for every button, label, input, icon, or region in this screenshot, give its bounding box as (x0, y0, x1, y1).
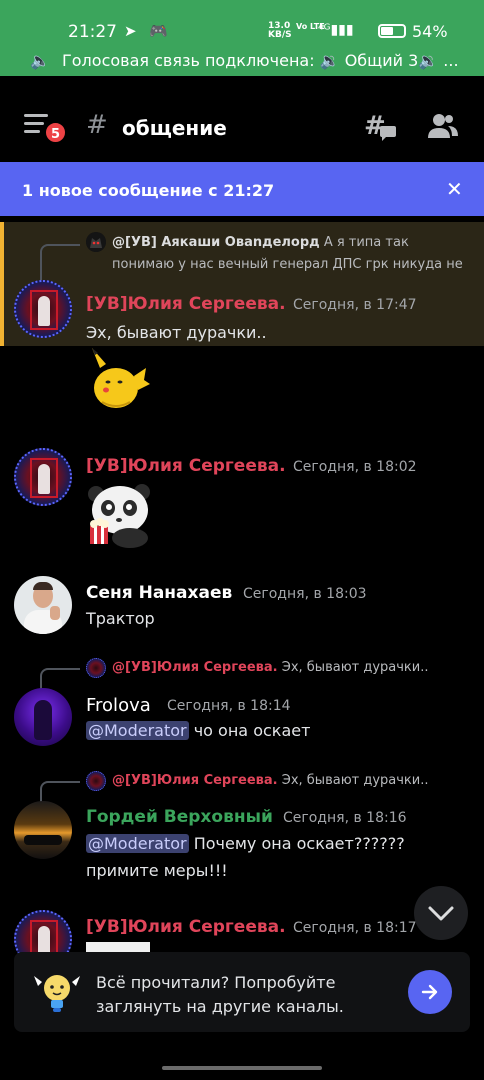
reply-author: @[УВ]Юлия Сергеева. (112, 773, 278, 788)
battery-percent: 54% (412, 22, 448, 41)
new-messages-banner[interactable]: 1 новое сообщение с 21:27 ✕ (0, 162, 484, 216)
author-name[interactable]: [УВ]Юлия Сергеева. (86, 294, 286, 314)
pikachu-sticker[interactable] (86, 346, 152, 412)
reply-text-line2: понимаю у нас вечный генерал ДПС грк ник… (112, 257, 463, 272)
message-body: Почему она оскает?????? (193, 834, 405, 853)
close-icon[interactable]: ✕ (446, 177, 463, 201)
message-text: Трактор (86, 609, 155, 628)
message-text: Эх, бывают дурачки.. (86, 323, 267, 342)
reply-connector (40, 244, 80, 284)
chevron-down-icon (428, 906, 454, 921)
reply-text: Эх, бывают дурачки.. (281, 773, 429, 788)
net-speed: 13.0 KB/S (268, 22, 292, 40)
menu-icon-line (24, 122, 44, 125)
voice-connected-bar[interactable]: 🔈 Голосовая связь подключена: 🔉 Общий 3🔉… (0, 46, 484, 76)
caught-up-card: Всё прочитали? Попробуйте заглянуть на д… (14, 952, 470, 1032)
new-messages-text: 1 новое сообщение с 21:27 (22, 181, 275, 200)
message-body: чо она оскает (193, 721, 311, 740)
reply-text: Эх, бывают дурачки.. (281, 660, 429, 675)
author-name[interactable]: Гордей Верховный (86, 807, 273, 827)
home-indicator[interactable] (162, 1066, 322, 1070)
timestamp: Сегодня, в 18:14 (167, 698, 291, 714)
reply-preview[interactable]: @[УВ]Юлия Сергеева. Эх, бывают дурачки.. (112, 660, 429, 675)
unread-badge: 5 (44, 121, 67, 144)
timestamp: Сегодня, в 18:02 (293, 459, 417, 475)
signal-icon: ⁴ᴳ▮▮▮ (318, 22, 354, 38)
message-item[interactable]: [УВ]Юлия Сергеева. Сегодня, в 18:02 (0, 448, 484, 548)
moderator-mention[interactable]: @Moderator (86, 721, 189, 740)
message-text: @Moderator Почему она оскает?????? (86, 834, 405, 853)
message-item[interactable]: Сеня Нанахаев Сегодня, в 18:03 Трактор (0, 576, 484, 636)
notification-icons: ➤ 🎮 (124, 22, 173, 40)
timestamp: Сегодня, в 18:16 (283, 810, 407, 826)
members-icon[interactable] (428, 112, 458, 140)
author-name[interactable]: [УВ]Юлия Сергеева. (86, 456, 286, 476)
reply-preview[interactable]: @[УВ]Юлия Сергеева. Эх, бывают дурачки.. (112, 773, 429, 788)
author-name[interactable]: Frolova (86, 695, 151, 716)
reply-avatar (86, 771, 106, 791)
status-time: 21:27 (68, 22, 117, 42)
message-item[interactable]: @[УВ]Юлия Сергеева. Эх, бывают дурачки..… (0, 656, 484, 746)
reply-avatar (86, 658, 106, 678)
reply-text: А я типа так (323, 235, 409, 250)
battery-icon (378, 24, 406, 38)
caught-up-text-line2: заглянуть на другие каналы. (96, 997, 344, 1016)
hash-icon: # (86, 110, 108, 140)
author-name[interactable]: [УВ]Юлия Сергеева. (86, 917, 286, 937)
message-item[interactable]: @[УВ] Аякаши Овanделорд А я типа так пон… (0, 222, 484, 346)
reply-preview[interactable]: @[УВ] Аякаши Овanделорд А я типа так пон… (112, 232, 472, 276)
channel-name[interactable]: общение (122, 116, 227, 140)
avatar[interactable] (14, 688, 72, 746)
reply-author: @[УВ]Юлия Сергеева. (112, 660, 278, 675)
menu-icon (24, 114, 48, 117)
reply-avatar (86, 232, 106, 252)
next-channel-button[interactable] (408, 970, 452, 1014)
status-bar: 21:27 ➤ 🎮 13.0 KB/S Vo LTE ⁴ᴳ▮▮▮ 54% (0, 0, 484, 46)
avatar[interactable] (14, 448, 72, 506)
voice-connected-text: Голосовая связь подключена: 🔉 Общий 3🔉 .… (62, 51, 459, 70)
speaker-icon: 🔈 (30, 51, 50, 70)
battery-fill (381, 27, 393, 35)
arrow-right-icon (421, 984, 438, 1000)
channel-header: 5 # общение # (0, 76, 484, 162)
message-text-line2: примите меры!!! (86, 861, 228, 880)
jump-to-bottom-button[interactable] (414, 886, 468, 940)
message-item[interactable]: [УВ]Юлия Сергеева. Сегодня, в 18:17 (0, 910, 484, 956)
menu-icon-line (24, 130, 40, 133)
caught-up-text: Всё прочитали? Попробуйте (96, 973, 336, 992)
message-text: @Moderator чо она оскает (86, 721, 310, 740)
lightbulb-icon (34, 975, 80, 1012)
avatar[interactable] (14, 910, 72, 956)
reply-author: @[УВ] Аякаши Овanделорд (112, 235, 320, 250)
author-name[interactable]: Сеня Нанахаев (86, 583, 232, 603)
timestamp: Сегодня, в 17:47 (293, 297, 417, 313)
panda-popcorn-sticker[interactable] (86, 480, 154, 548)
avatar[interactable] (14, 801, 72, 859)
timestamp: Сегодня, в 18:03 (243, 586, 367, 602)
message-list[interactable]: @[УВ] Аякаши Овanделорд А я типа так пон… (0, 216, 484, 956)
avatar[interactable] (14, 280, 72, 338)
avatar[interactable] (14, 576, 72, 634)
message-item[interactable]: @[УВ]Юлия Сергеева. Эх, бывают дурачки..… (0, 769, 484, 889)
moderator-mention[interactable]: @Moderator (86, 834, 189, 853)
timestamp: Сегодня, в 18:17 (293, 920, 417, 936)
threads-icon[interactable]: # (364, 112, 398, 142)
net-speed-unit: KB/S (268, 30, 292, 40)
